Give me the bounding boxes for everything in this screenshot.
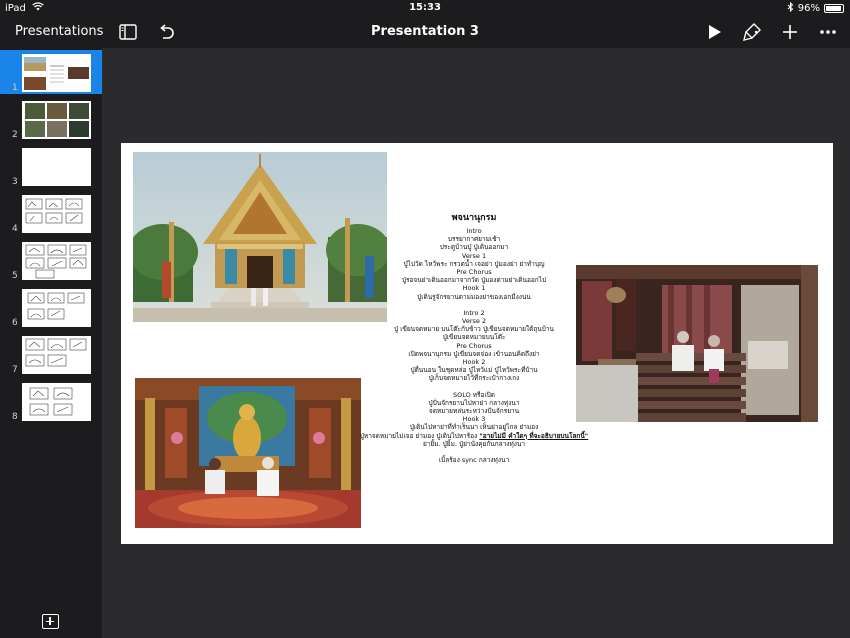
lyrics-line: SOLO หรือเปิด: [452, 390, 496, 399]
toolbar: Presentations Presentation 3: [0, 16, 850, 48]
lyrics-line: Hook 1: [462, 284, 486, 293]
lyrics-line: บรรยากาศยามเช้า: [447, 235, 501, 244]
lyrics-line: จดหมายหล่นระหว่างปั่นจักรยาน: [428, 407, 520, 416]
lyrics-line: ปู่เขียนจดหมายบนโต๊ะ: [442, 333, 506, 342]
slide-preview: [22, 195, 91, 233]
lyrics-line: Verse 1: [461, 251, 487, 260]
slide-thumbnail-6[interactable]: 6: [0, 285, 102, 329]
status-bar: iPad 15:33 96%: [0, 0, 850, 16]
slide-preview: [22, 336, 91, 374]
slide-thumbnail-1[interactable]: 1: [0, 50, 102, 94]
lyrics-line: Intro: [466, 227, 482, 235]
lyrics-line: Verse 2: [461, 317, 487, 326]
format-brush-icon[interactable]: [741, 21, 763, 43]
lyrics-line: Pre Chorus: [456, 268, 492, 277]
slide-preview: [22, 54, 91, 92]
slide-thumbnail-3[interactable]: 3: [0, 144, 102, 188]
more-icon[interactable]: [817, 21, 839, 43]
lyrics-line: ปู่เก็บจดหมายไว้ที่กระเป๋ากางเกง: [428, 374, 520, 383]
lyrics-line: Pre Chorus: [456, 341, 492, 350]
slide-navigator: 1 2 3 4 5 6 7 8: [0, 48, 103, 638]
shrine-photo[interactable]: [135, 378, 361, 528]
battery-percent: 96%: [797, 3, 820, 14]
slide-number: 3: [12, 177, 18, 187]
lyrics-line: ปู่หาจดหมายไม่เจอ ย่ามอง ปู่เดินไปหาร้อง…: [349, 432, 599, 440]
bluetooth-icon: [787, 1, 794, 15]
lyrics-line: ปู่ปั่นจักรยานไปหาย่า กลางทุ่งนา: [428, 398, 520, 407]
slide-thumbnail-8[interactable]: 8: [0, 379, 102, 423]
current-slide[interactable]: พจนานุกรม Intro บรรยากาศยามเช้า ประตูบ้า…: [121, 143, 833, 544]
add-icon[interactable]: [779, 21, 801, 43]
add-slide-button[interactable]: [42, 614, 59, 629]
lyrics-line: ปู่เดินไปหาย่าที่ทำเร็นนา เห็นย่าอยู่ไกล…: [409, 423, 539, 432]
lyrics-line: ปู่รอจนย่าเดินออกมาจากวัด ปู่มองตามย่าเด…: [401, 276, 547, 285]
clock: 15:33: [409, 2, 441, 13]
lyrics-line: ปู่ เขียนจดหมาย บนโต๊ะกับข้าว ปู่เขียนจด…: [394, 325, 554, 334]
slide-thumbnail-7[interactable]: 7: [0, 332, 102, 376]
battery-level: [826, 6, 842, 11]
slide-number: 8: [12, 412, 18, 422]
slide-preview: [22, 242, 91, 280]
slide-preview: [22, 101, 91, 139]
slide-thumbnail-5[interactable]: 5: [0, 238, 102, 282]
slide-preview: [22, 289, 91, 327]
lyrics-highlight: "อายไม่มี คำใดๆ ที่จะอธิบายบนโลกนี้": [479, 431, 589, 440]
slide-heading: พจนานุกรม: [451, 213, 497, 223]
slide-number: 4: [12, 224, 18, 234]
lyrics-line: ประตูบ้านปู่ ปู่เดินออกมา: [439, 243, 509, 252]
slide-preview: [22, 148, 91, 186]
slide-preview: [22, 383, 91, 421]
slide-number: 7: [12, 365, 18, 375]
slide-number: 1: [12, 83, 18, 93]
porch-photo[interactable]: [576, 265, 818, 422]
lyrics-line: เปิดพจนานุกรม ปู่เขียนจดจ่อง เข้านอนคิดถ…: [408, 349, 540, 358]
lyrics-line: ปู่ไปวัด ไหว้พระ กรวดน้ำ เจอย่า ปู่มองย่…: [403, 259, 545, 268]
slide-number: 6: [12, 318, 18, 328]
lyrics-line: ปู่เดินรูจักรยานตามมองย่าของเอกมีงงนน: [417, 292, 531, 301]
play-icon[interactable]: [703, 21, 725, 43]
battery-icon: [824, 4, 844, 13]
lyrics-line: เบิ้ลร้อง sync กลางทุ่งนา: [438, 456, 510, 465]
lyrics-line: Intro 2: [463, 308, 485, 317]
slide-thumbnail-2[interactable]: 2: [0, 97, 102, 141]
slide-number: 2: [12, 130, 18, 140]
lyrics-line: ย่ายิ้ม. ปู่ยิ้ม. ปู่ย่านั่งคุยกันกลางทุ…: [422, 439, 526, 448]
slide-thumbnail-4[interactable]: 4: [0, 191, 102, 235]
lyrics-line-prefix: ปู่หาจดหมายไม่เจอ ย่ามอง ปู่เดินไปหาร้อง: [359, 431, 478, 440]
slide-number: 5: [12, 271, 18, 281]
lyrics-text-box[interactable]: พจนานุกรม Intro บรรยากาศยามเช้า ประตูบ้า…: [349, 211, 599, 464]
